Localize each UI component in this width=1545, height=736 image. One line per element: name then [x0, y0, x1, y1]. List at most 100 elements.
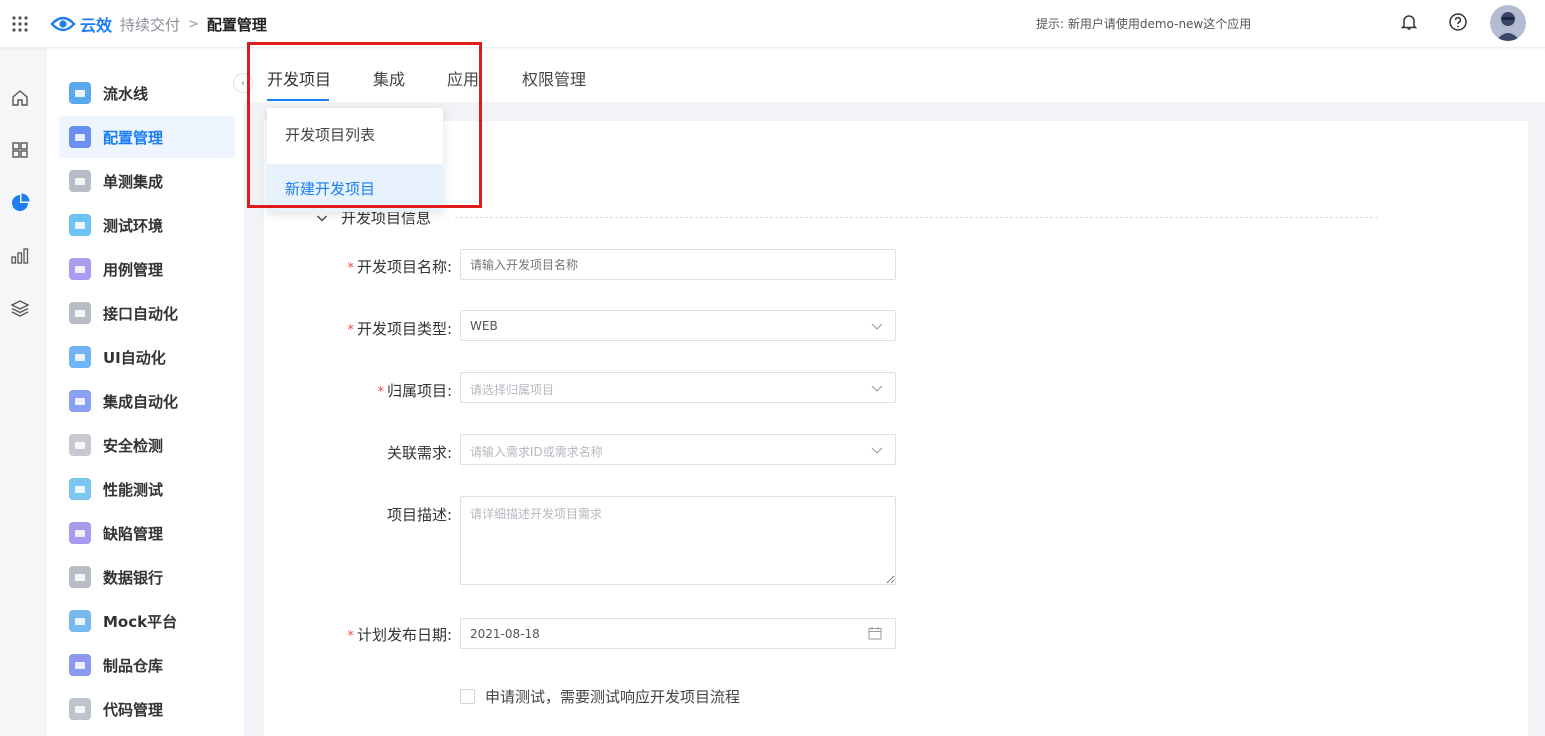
breadcrumb-parent[interactable]: 持续交付 — [120, 14, 180, 35]
chevron-down-icon — [871, 385, 883, 392]
home-icon[interactable] — [10, 88, 30, 108]
tab-dev-projects[interactable]: 开发项目 — [267, 66, 331, 90]
type-label: * 开发项目类型: — [252, 318, 452, 339]
module-icon — [69, 610, 91, 632]
collapse-sidebar-button[interactable]: ‹ — [233, 73, 253, 93]
sidebar-item[interactable]: 用例管理 — [59, 248, 235, 290]
type-label-text: 开发项目类型: — [356, 320, 452, 338]
sidebar-item-label: 测试环境 — [103, 216, 164, 235]
required-mark: * — [377, 385, 384, 400]
module-icon — [69, 566, 91, 588]
sidebar-item-label: 流水线 — [103, 84, 149, 103]
grid-icon[interactable] — [10, 140, 30, 160]
breadcrumb-current: 配置管理 — [206, 16, 267, 34]
bar-chart-icon[interactable] — [10, 246, 30, 266]
sidebar-item[interactable]: 安全检测 — [59, 424, 235, 466]
icon-rail — [0, 48, 47, 736]
sidebar-item-label: 单测集成 — [103, 172, 164, 191]
sidebar-item-label: 制品仓库 — [103, 656, 164, 675]
sidebar-item[interactable]: 接口自动化 — [59, 292, 235, 334]
release-date-label-text: 计划发布日期: — [356, 626, 452, 644]
sidebar-item-label: 数据银行 — [103, 568, 164, 587]
apps-grid-icon[interactable] — [11, 15, 29, 33]
sidebar-item[interactable]: 数据银行 — [59, 556, 235, 598]
description-label: 项目描述: — [386, 506, 452, 524]
sidebar-item[interactable]: 单测集成 — [59, 160, 235, 202]
tab-integration[interactable]: 集成 — [373, 66, 405, 90]
sidebar-item[interactable]: UI自动化 — [59, 336, 235, 378]
sidebar-item-label: UI自动化 — [103, 348, 166, 367]
module-icon — [69, 478, 91, 500]
tab-permissions[interactable]: 权限管理 — [522, 66, 586, 90]
help-icon[interactable] — [1448, 12, 1468, 32]
active-tab-indicator — [267, 99, 329, 101]
menu-item-new-project[interactable]: 新建开发项目 — [267, 164, 443, 212]
layers-icon[interactable] — [10, 298, 30, 318]
tab-applications[interactable]: 应用 — [447, 66, 479, 90]
module-icon — [69, 214, 91, 236]
project-type-select[interactable]: WEB — [460, 310, 896, 341]
apply-test-checkbox[interactable] — [460, 689, 475, 704]
sidebar-item[interactable]: 测试环境 — [59, 204, 235, 246]
section-divider — [455, 217, 1378, 218]
tab-bar — [244, 48, 1545, 102]
user-avatar-icon — [1496, 12, 1520, 41]
module-icon — [69, 346, 91, 368]
project-type-value: WEB — [470, 319, 498, 333]
owner-project-select[interactable]: 请选择归属项目 — [460, 372, 896, 403]
sidebar-item[interactable]: 集成自动化 — [59, 380, 235, 422]
module-icon — [69, 126, 91, 148]
sidebar-item-label: 接口自动化 — [103, 304, 179, 323]
requirement-select[interactable]: 请输入需求ID或需求名称 — [460, 434, 896, 465]
pie-chart-icon[interactable] — [10, 193, 30, 213]
tab-dropdown-menu: 开发项目列表 新建开发项目 — [267, 108, 443, 212]
module-icon — [69, 302, 91, 324]
calendar-icon — [868, 627, 882, 640]
module-icon — [69, 698, 91, 720]
release-date-picker[interactable]: 2021-08-18 — [460, 618, 896, 649]
module-icon — [69, 170, 91, 192]
required-mark: * — [347, 629, 354, 644]
description-textarea[interactable] — [460, 496, 896, 585]
sidebar-item[interactable]: 配置管理 — [59, 116, 235, 158]
owner-project-placeholder: 请选择归属项目 — [470, 383, 555, 397]
name-label-text: 开发项目名称: — [356, 258, 452, 276]
bell-icon[interactable] — [1399, 12, 1419, 32]
sidebar-item[interactable]: 缺陷管理 — [59, 512, 235, 554]
sidebar-item-label: 性能测试 — [103, 480, 164, 499]
breadcrumb: 持续交付 > 配置管理 — [120, 14, 267, 35]
sidebar-item[interactable]: 流水线 — [59, 72, 235, 114]
sidebar-item[interactable]: 性能测试 — [59, 468, 235, 510]
sidebar-item-label: 用例管理 — [103, 260, 164, 279]
apply-test-label[interactable]: 申请测试，需要测试响应开发项目流程 — [485, 686, 740, 707]
required-mark: * — [347, 323, 354, 338]
chevron-down-icon — [871, 447, 883, 454]
chevron-down-icon — [317, 215, 327, 221]
project-label: * 归属项目: — [252, 380, 452, 401]
module-icon — [69, 258, 91, 280]
sidebar-item[interactable]: 代码管理 — [59, 688, 235, 730]
module-icon — [69, 434, 91, 456]
requirement-placeholder: 请输入需求ID或需求名称 — [470, 445, 603, 459]
avatar[interactable] — [1490, 5, 1526, 41]
project-name-input[interactable] — [460, 249, 896, 280]
chevron-down-icon — [871, 323, 883, 330]
menu-item-project-list[interactable]: 开发项目列表 — [267, 110, 443, 158]
hint-text: 提示: 新用户请使用demo-new这个应用 — [1036, 17, 1252, 31]
top-header: 云效 持续交付 > 配置管理 提示: 新用户请使用demo-new这个应用 — [0, 0, 1545, 48]
logo[interactable]: 云效 — [50, 12, 112, 36]
sidebar-item[interactable]: Mock平台 — [59, 600, 235, 642]
logo-text: 云效 — [80, 16, 113, 35]
module-icon — [69, 82, 91, 104]
sidebar-item-label: 代码管理 — [103, 700, 164, 719]
sidebar-item-label: 配置管理 — [103, 128, 164, 147]
sidebar: 流水线配置管理单测集成测试环境用例管理接口自动化 UI自动化集成自动化安全检测性能… — [47, 48, 244, 736]
module-icon — [69, 654, 91, 676]
sidebar-item-label: Mock平台 — [103, 612, 178, 631]
release-date-value: 2021-08-18 — [470, 627, 540, 641]
module-icon — [69, 390, 91, 412]
sidebar-item-label: 安全检测 — [103, 436, 164, 455]
breadcrumb-separator: > — [188, 17, 199, 32]
sidebar-item[interactable]: 制品仓库 — [59, 644, 235, 686]
requirement-label: 关联需求: — [386, 444, 452, 462]
